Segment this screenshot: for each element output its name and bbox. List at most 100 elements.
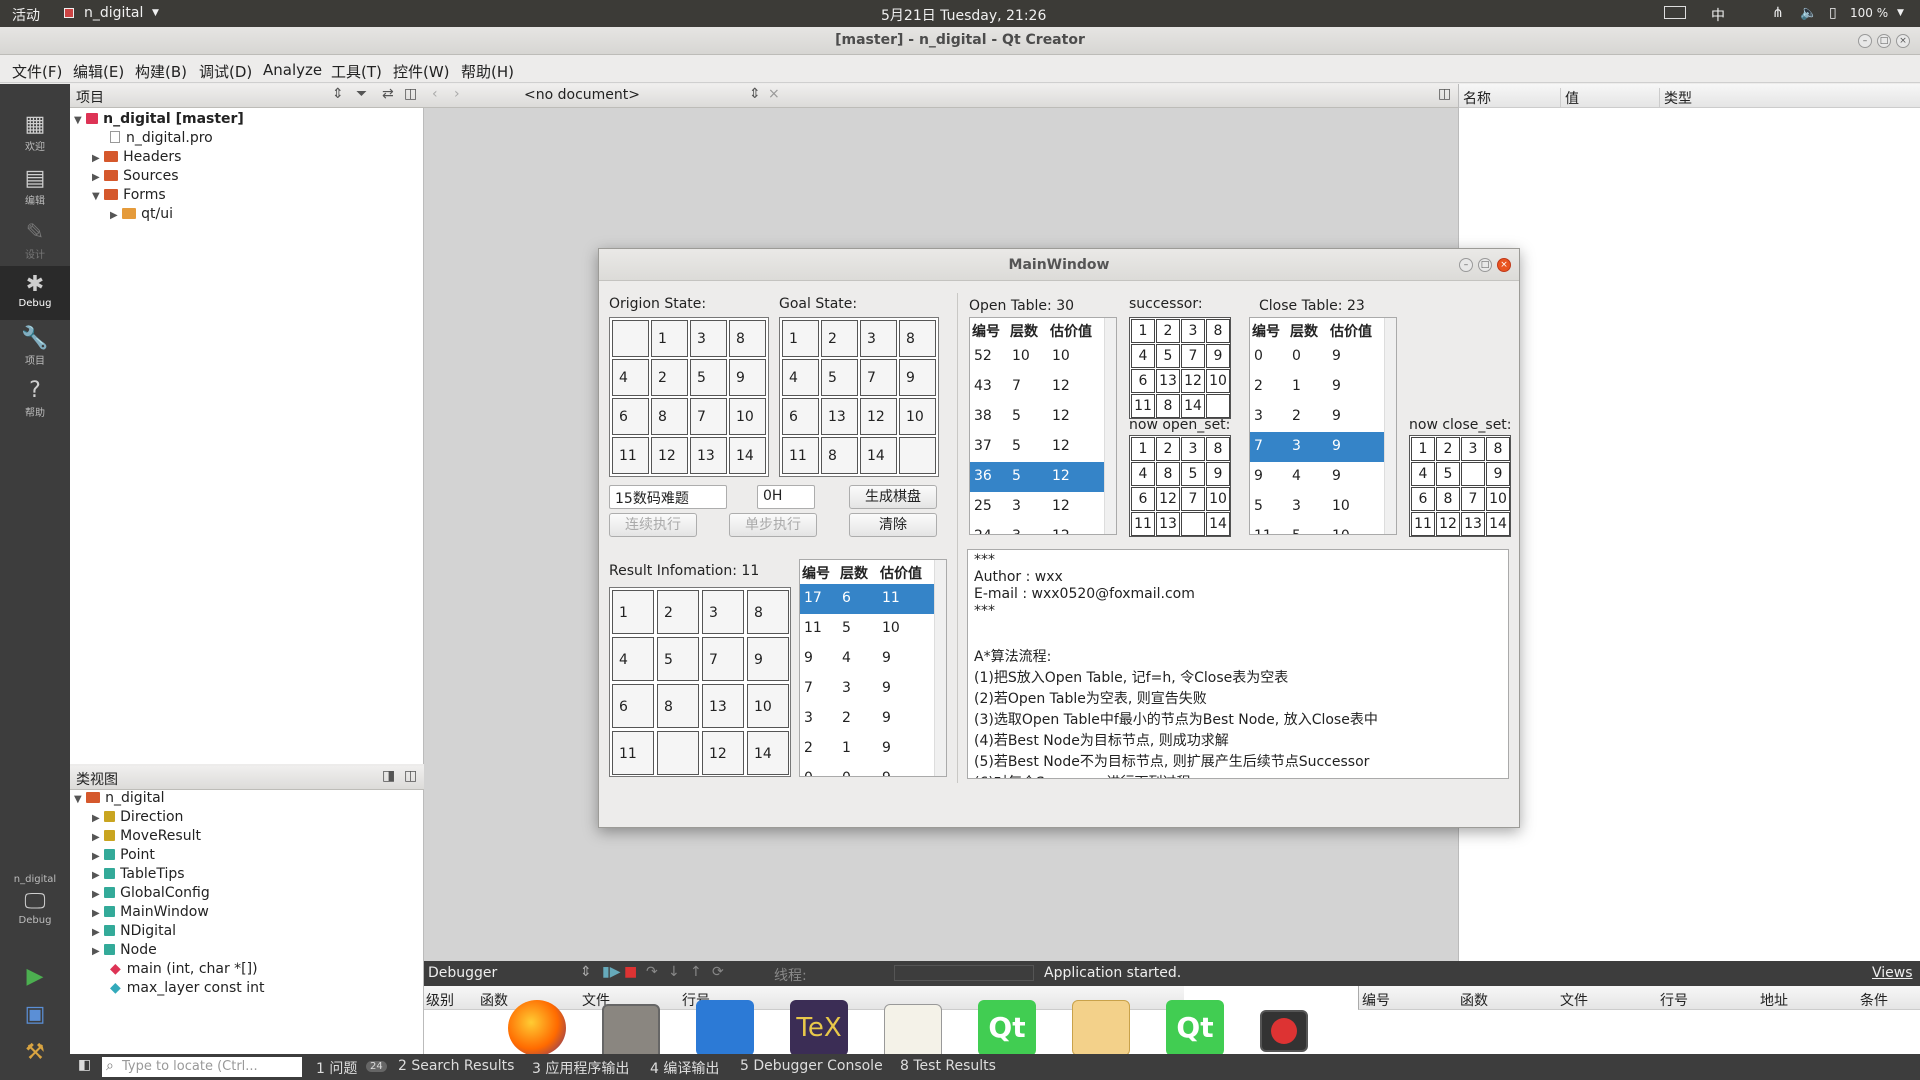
- table-row[interactable]: 38 5 12: [970, 402, 1104, 432]
- image-viewer-icon[interactable]: [1072, 1000, 1130, 1056]
- tree-item-qtui[interactable]: ▶ qt/ui: [110, 206, 173, 222]
- table-row[interactable]: 2 1 9: [800, 734, 934, 764]
- table-row[interactable]: 52 10 10: [970, 342, 1104, 372]
- app-menu[interactable]: n_digital: [84, 5, 143, 21]
- activities-button[interactable]: 活动: [12, 5, 40, 25]
- kit-selector[interactable]: n_digital 🖵 Debug: [0, 874, 70, 926]
- keyboard-icon[interactable]: [1664, 6, 1686, 19]
- debug-run-button[interactable]: ▣: [0, 1002, 70, 1028]
- restart-icon[interactable]: ⟳: [712, 964, 724, 980]
- clear-button[interactable]: 清除: [849, 513, 937, 537]
- table-header[interactable]: 编号: [1252, 321, 1280, 341]
- volume-icon[interactable]: 🔈: [1800, 5, 1817, 21]
- table-row[interactable]: 0 0 9: [1250, 342, 1384, 372]
- close-button[interactable]: ×: [1896, 34, 1910, 48]
- class-item[interactable]: ▶ Direction: [92, 809, 183, 825]
- heuristic-spinbox[interactable]: 0H: [757, 485, 815, 509]
- table-row[interactable]: 0 0 9: [800, 764, 934, 776]
- mode-help[interactable]: ? 帮助: [0, 378, 70, 419]
- mode-design[interactable]: ✎ 设计: [0, 220, 70, 261]
- step-over-icon[interactable]: ↷: [646, 964, 658, 980]
- table-row[interactable]: 7 3 9: [800, 674, 934, 704]
- table-row[interactable]: 25 3 12: [970, 492, 1104, 522]
- table-header[interactable]: 层数: [1010, 321, 1038, 341]
- table-row[interactable]: 5 3 10: [1250, 492, 1384, 522]
- tree-item-project[interactable]: ▼ n_digital [master]: [74, 111, 244, 127]
- bp-col-condition[interactable]: 条件: [1860, 990, 1888, 1010]
- continuous-run-button[interactable]: 连续执行: [609, 513, 697, 537]
- bp-col-function[interactable]: 函数: [1460, 990, 1488, 1010]
- split-icon[interactable]: ◫: [404, 86, 417, 102]
- back-icon[interactable]: ‹: [432, 86, 438, 102]
- text-editor-icon[interactable]: [884, 1004, 942, 1060]
- table-row[interactable]: 9 4 9: [1250, 462, 1384, 492]
- mode-projects[interactable]: 🔧 项目: [0, 326, 70, 367]
- class-item[interactable]: ◆ max_layer const int: [110, 980, 264, 996]
- clock[interactable]: 5月21日 Tuesday, 21:26: [881, 5, 1046, 25]
- table-header[interactable]: 层数: [1290, 321, 1318, 341]
- table-row[interactable]: 43 7 12: [970, 372, 1104, 402]
- mode-edit[interactable]: ▤ 编辑: [0, 166, 70, 207]
- col-name[interactable]: 名称: [1463, 88, 1491, 108]
- table-row[interactable]: 2 1 9: [1250, 372, 1384, 402]
- sidebar-toggle-icon[interactable]: ◧: [78, 1057, 91, 1073]
- table-row[interactable]: 37 5 12: [970, 432, 1104, 462]
- firefox-icon[interactable]: [508, 1000, 566, 1056]
- ime-indicator[interactable]: 中: [1711, 5, 1725, 25]
- vscode-icon[interactable]: [696, 1000, 754, 1056]
- tab-app-output[interactable]: 3 应用程序输出: [532, 1058, 629, 1078]
- network-icon[interactable]: ⋔: [1772, 5, 1784, 21]
- bp-col-address[interactable]: 地址: [1760, 990, 1788, 1010]
- maximize-button[interactable]: □: [1877, 34, 1891, 48]
- table-header[interactable]: 估价值: [1330, 321, 1372, 341]
- minimize-button[interactable]: –: [1858, 34, 1872, 48]
- split-icon[interactable]: ◫: [404, 768, 417, 784]
- layout-icon[interactable]: ◨: [382, 768, 395, 784]
- class-item[interactable]: ▶ MoveResult: [92, 828, 201, 844]
- table-scrollbar[interactable]: [934, 560, 946, 776]
- dialog-minimize-button[interactable]: –: [1459, 258, 1473, 272]
- continue-icon[interactable]: ▮▶: [602, 964, 620, 980]
- mode-welcome[interactable]: ▦ 欢迎: [0, 112, 70, 153]
- filter-icon[interactable]: ⏷: [356, 86, 367, 102]
- document-selector[interactable]: <no document>: [524, 87, 640, 103]
- thread-select[interactable]: [894, 965, 1034, 981]
- forward-icon[interactable]: ›: [454, 86, 460, 102]
- table-scrollbar[interactable]: [1104, 318, 1116, 534]
- table-row[interactable]: 9 4 9: [800, 644, 934, 674]
- updown-icon[interactable]: ⇕: [749, 86, 761, 102]
- mode-debug[interactable]: ✱ Debug: [0, 266, 70, 320]
- table-row[interactable]: 7 3 9: [1250, 432, 1384, 462]
- close-table[interactable]: 编号层数估价值 0 0 9 2 1 9 3 2 9 7 3 9 9 4 9 5 3 10 11 5 10: [1249, 317, 1397, 535]
- build-button[interactable]: ⚒: [0, 1040, 70, 1066]
- info-text-area[interactable]: *** Author : wxx E-mail : wxx0520@foxmail.…: [967, 549, 1509, 779]
- class-item[interactable]: ▶ Node: [92, 942, 157, 958]
- col-value[interactable]: 值: [1560, 88, 1579, 108]
- menu-controls[interactable]: 控件(W): [393, 61, 450, 82]
- menu-debug[interactable]: 调试(D): [199, 61, 252, 82]
- menu-file[interactable]: 文件(F): [12, 61, 62, 82]
- bp-col-line[interactable]: 行号: [1660, 990, 1688, 1010]
- tree-item-forms[interactable]: ▼ Forms: [92, 187, 166, 203]
- locator-input[interactable]: Type to locate (Ctrl...: [102, 1057, 302, 1077]
- col-type[interactable]: 类型: [1659, 88, 1692, 108]
- qt-creator-icon[interactable]: Qt: [1166, 1000, 1224, 1056]
- bp-col-file[interactable]: 文件: [1560, 990, 1588, 1010]
- bp-col-id[interactable]: 编号: [1362, 990, 1390, 1010]
- table-header[interactable]: 编号: [972, 321, 1000, 341]
- split-icon[interactable]: ◫: [1438, 86, 1451, 102]
- class-item[interactable]: ▶ NDigital: [92, 923, 176, 939]
- menu-edit[interactable]: 编辑(E): [73, 61, 124, 82]
- class-item[interactable]: ▶ GlobalConfig: [92, 885, 210, 901]
- class-item[interactable]: ▶ MainWindow: [92, 904, 209, 920]
- col-level[interactable]: 级别: [426, 990, 454, 1010]
- dialog-maximize-button[interactable]: □: [1478, 258, 1492, 272]
- table-header[interactable]: 估价值: [880, 563, 922, 583]
- tab-problems[interactable]: 1 问题: [316, 1058, 357, 1078]
- power-menu-icon[interactable]: ▼: [1897, 8, 1904, 18]
- close-doc-icon[interactable]: ×: [768, 86, 780, 102]
- table-row[interactable]: 24 3 12: [970, 522, 1104, 534]
- class-item[interactable]: ▶ Point: [92, 847, 155, 863]
- table-row[interactable]: 17 6 11: [800, 584, 934, 614]
- table-row[interactable]: 3 2 9: [800, 704, 934, 734]
